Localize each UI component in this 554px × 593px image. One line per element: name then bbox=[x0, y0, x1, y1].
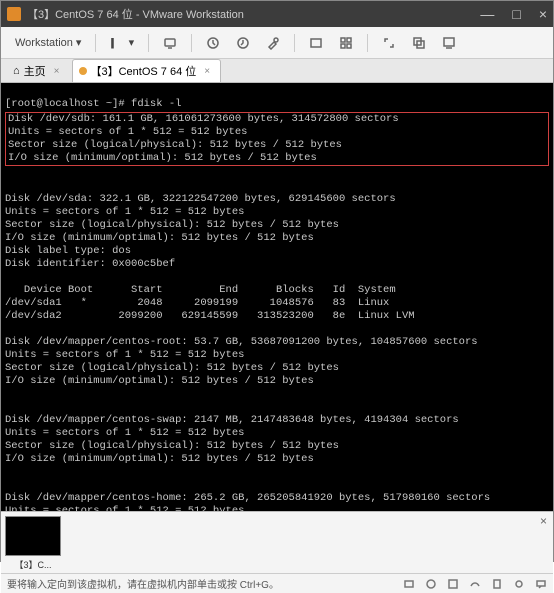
prompt-line: [root@localhost ~]# fdisk -l bbox=[5, 98, 181, 110]
clock-back-icon bbox=[236, 36, 250, 50]
device-icon[interactable] bbox=[491, 578, 503, 590]
device-icon[interactable] bbox=[447, 578, 459, 590]
disk-line: Disk /dev/sdb: 161.1 GB, 161061273600 by… bbox=[8, 113, 399, 125]
vm-thumbnail[interactable]: 【3】C... bbox=[5, 516, 61, 569]
separator bbox=[191, 34, 192, 52]
window-title: 【3】CentOS 7 64 位 - VMware Workstation bbox=[27, 6, 480, 22]
separator bbox=[148, 34, 149, 52]
fit-guest-button[interactable] bbox=[303, 32, 329, 54]
snapshot-button[interactable] bbox=[200, 32, 226, 54]
units-line: Units = sectors of 1 * 512 = 512 bytes bbox=[8, 126, 247, 138]
grid-icon bbox=[339, 36, 353, 50]
separator bbox=[95, 34, 96, 52]
device-icon[interactable] bbox=[469, 578, 481, 590]
clock-icon bbox=[206, 36, 220, 50]
revert-button[interactable] bbox=[230, 32, 256, 54]
device-icon[interactable] bbox=[425, 578, 437, 590]
titlebar: 【3】CentOS 7 64 位 - VMware Workstation — … bbox=[1, 1, 553, 27]
play-dropdown[interactable]: ▾ bbox=[123, 32, 141, 53]
sector-line: Sector size (logical/physical): 512 byte… bbox=[8, 139, 342, 151]
rect-icon bbox=[309, 36, 323, 50]
close-thumbs-button[interactable]: × bbox=[540, 514, 547, 528]
partition-header: Device Boot Start End Blocks Id System bbox=[5, 284, 396, 296]
terminal-output[interactable]: [root@localhost ~]# fdisk -l Disk /dev/s… bbox=[1, 83, 553, 511]
device-icon[interactable] bbox=[513, 578, 525, 590]
unity-button[interactable] bbox=[406, 32, 432, 54]
snapshot-manager-button[interactable] bbox=[260, 32, 286, 54]
console-button[interactable] bbox=[436, 32, 462, 54]
status-message: 要将输入定向到该虚拟机，请在虚拟机内部单击或按 Ctrl+G。 bbox=[7, 576, 279, 591]
home-tab[interactable]: ⌂ 主页 × bbox=[7, 60, 70, 82]
vm-status-icon bbox=[79, 67, 87, 75]
sda-block: Disk /dev/sda: 322.1 GB, 322122547200 by… bbox=[5, 193, 396, 270]
close-icon[interactable]: × bbox=[204, 66, 210, 77]
fullscreen-button[interactable] bbox=[376, 32, 402, 54]
monitor-icon bbox=[163, 36, 177, 50]
swap-block: Disk /dev/mapper/centos-swap: 2147 MB, 2… bbox=[5, 414, 459, 465]
chevron-down-icon: ▾ bbox=[76, 36, 82, 49]
workstation-menu[interactable]: Workstation ▾ bbox=[9, 32, 87, 53]
display-icon bbox=[442, 36, 456, 50]
home-icon: ⌂ bbox=[13, 65, 20, 77]
partition-row: /dev/sda2 2099200 629145599 313523200 8e… bbox=[5, 310, 415, 322]
partition-row: /dev/sda1 * 2048 2099199 1048576 83 Linu… bbox=[5, 297, 389, 309]
thumbnail-image bbox=[5, 516, 61, 556]
maximize-button[interactable]: □ bbox=[512, 6, 520, 22]
highlighted-block: Disk /dev/sdb: 161.1 GB, 161061273600 by… bbox=[5, 112, 549, 166]
minimize-button[interactable]: — bbox=[480, 6, 494, 22]
send-keys-button[interactable] bbox=[157, 32, 183, 54]
separator bbox=[294, 34, 295, 52]
home-label: 主页 bbox=[24, 63, 46, 79]
vm-tab-label: 【3】CentOS 7 64 位 bbox=[91, 63, 197, 79]
close-icon[interactable]: × bbox=[54, 66, 60, 77]
separator bbox=[367, 34, 368, 52]
overlap-icon bbox=[412, 36, 426, 50]
tab-bar: ⌂ 主页 × 【3】CentOS 7 64 位 × bbox=[1, 59, 553, 83]
app-icon bbox=[7, 7, 21, 21]
thumbnail-bar: × 【3】C... bbox=[1, 511, 553, 573]
toolbar: Workstation ▾ || ▾ bbox=[1, 27, 553, 59]
workstation-label: Workstation bbox=[15, 37, 73, 49]
thumbnail-label: 【3】C... bbox=[5, 558, 61, 571]
thumbnails-button[interactable] bbox=[333, 32, 359, 54]
io-line: I/O size (minimum/optimal): 512 bytes / … bbox=[8, 152, 317, 164]
message-icon[interactable] bbox=[535, 578, 547, 590]
wrench-icon bbox=[266, 36, 280, 50]
root-block: Disk /dev/mapper/centos-root: 53.7 GB, 5… bbox=[5, 336, 478, 387]
expand-icon bbox=[382, 36, 396, 50]
status-bar: 要将输入定向到该虚拟机，请在虚拟机内部单击或按 Ctrl+G。 bbox=[1, 573, 553, 593]
vm-tab[interactable]: 【3】CentOS 7 64 位 × bbox=[72, 59, 222, 82]
device-icon[interactable] bbox=[403, 578, 415, 590]
pause-button[interactable]: || bbox=[104, 33, 118, 53]
close-button[interactable]: × bbox=[539, 6, 547, 22]
home-block: Disk /dev/mapper/centos-home: 265.2 GB, … bbox=[5, 492, 490, 511]
